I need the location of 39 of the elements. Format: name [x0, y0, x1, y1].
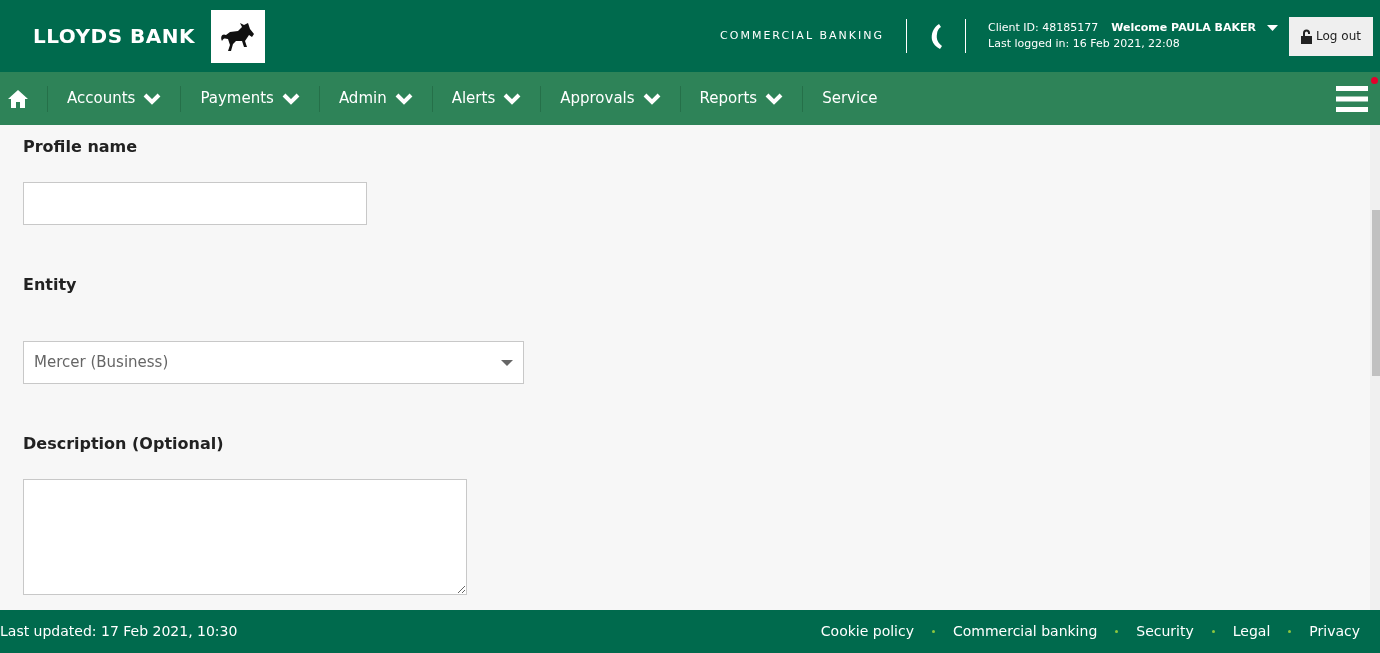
field-label: Profile name	[23, 137, 139, 157]
nav-menu-item[interactable]: Approvals	[560, 87, 661, 110]
field-label: Description (Optional)	[23, 434, 225, 454]
select-field[interactable]: Mercer (Business)	[23, 341, 524, 384]
last-logged-in: Last logged in: 16 Feb 2021, 22:08	[988, 36, 1181, 52]
chevron-down-icon	[765, 92, 784, 105]
footer-link[interactable]: Privacy	[1309, 621, 1360, 642]
phone-icon[interactable]	[929, 22, 944, 50]
nav-menu-item[interactable]: Payments	[200, 87, 300, 110]
textarea-field[interactable]	[23, 479, 467, 595]
chevron-down-icon	[642, 92, 661, 105]
footer-link[interactable]: Cookie policy	[820, 621, 914, 642]
dropdown-arrow-icon	[501, 359, 513, 366]
nav-menu-item[interactable]: Reports	[699, 87, 784, 110]
footer-link[interactable]: Security	[1136, 621, 1194, 642]
field-label: Entity	[23, 275, 78, 295]
footer-link[interactable]: Legal	[1232, 621, 1271, 642]
padlock-icon	[1301, 28, 1313, 44]
client-id: Client ID: 48185177	[988, 20, 1099, 36]
chevron-down-icon	[503, 92, 522, 105]
scrollbar-thumb[interactable]	[1372, 210, 1380, 376]
welcome-user-menu[interactable]: Welcome PAULA BAKER	[1111, 20, 1256, 36]
chevron-down-icon	[281, 92, 300, 105]
chevron-down-icon	[143, 92, 162, 105]
logout-button[interactable]: Log out	[1289, 16, 1373, 56]
scrollbar[interactable]	[1370, 125, 1380, 610]
division-label: COMMERCIAL BANKING	[720, 27, 885, 44]
nav-menu-item[interactable]: Accounts	[67, 87, 162, 110]
last-updated: Last updated: 17 Feb 2021, 10:30	[0, 622, 238, 641]
nav-menu-item[interactable]: Alerts	[451, 87, 522, 110]
nav-menu-item[interactable]: Service	[822, 87, 878, 110]
chevron-down-icon	[394, 92, 413, 105]
text-input-field[interactable]	[23, 182, 367, 225]
brand-name: LLOYDS BANK	[33, 23, 195, 50]
caret-icon	[1267, 25, 1278, 31]
menu-icon[interactable]	[1336, 84, 1368, 113]
home-icon[interactable]	[8, 89, 28, 108]
nav-menu-item[interactable]: Admin	[338, 87, 413, 110]
footer-link[interactable]: Commercial banking	[953, 621, 1098, 642]
